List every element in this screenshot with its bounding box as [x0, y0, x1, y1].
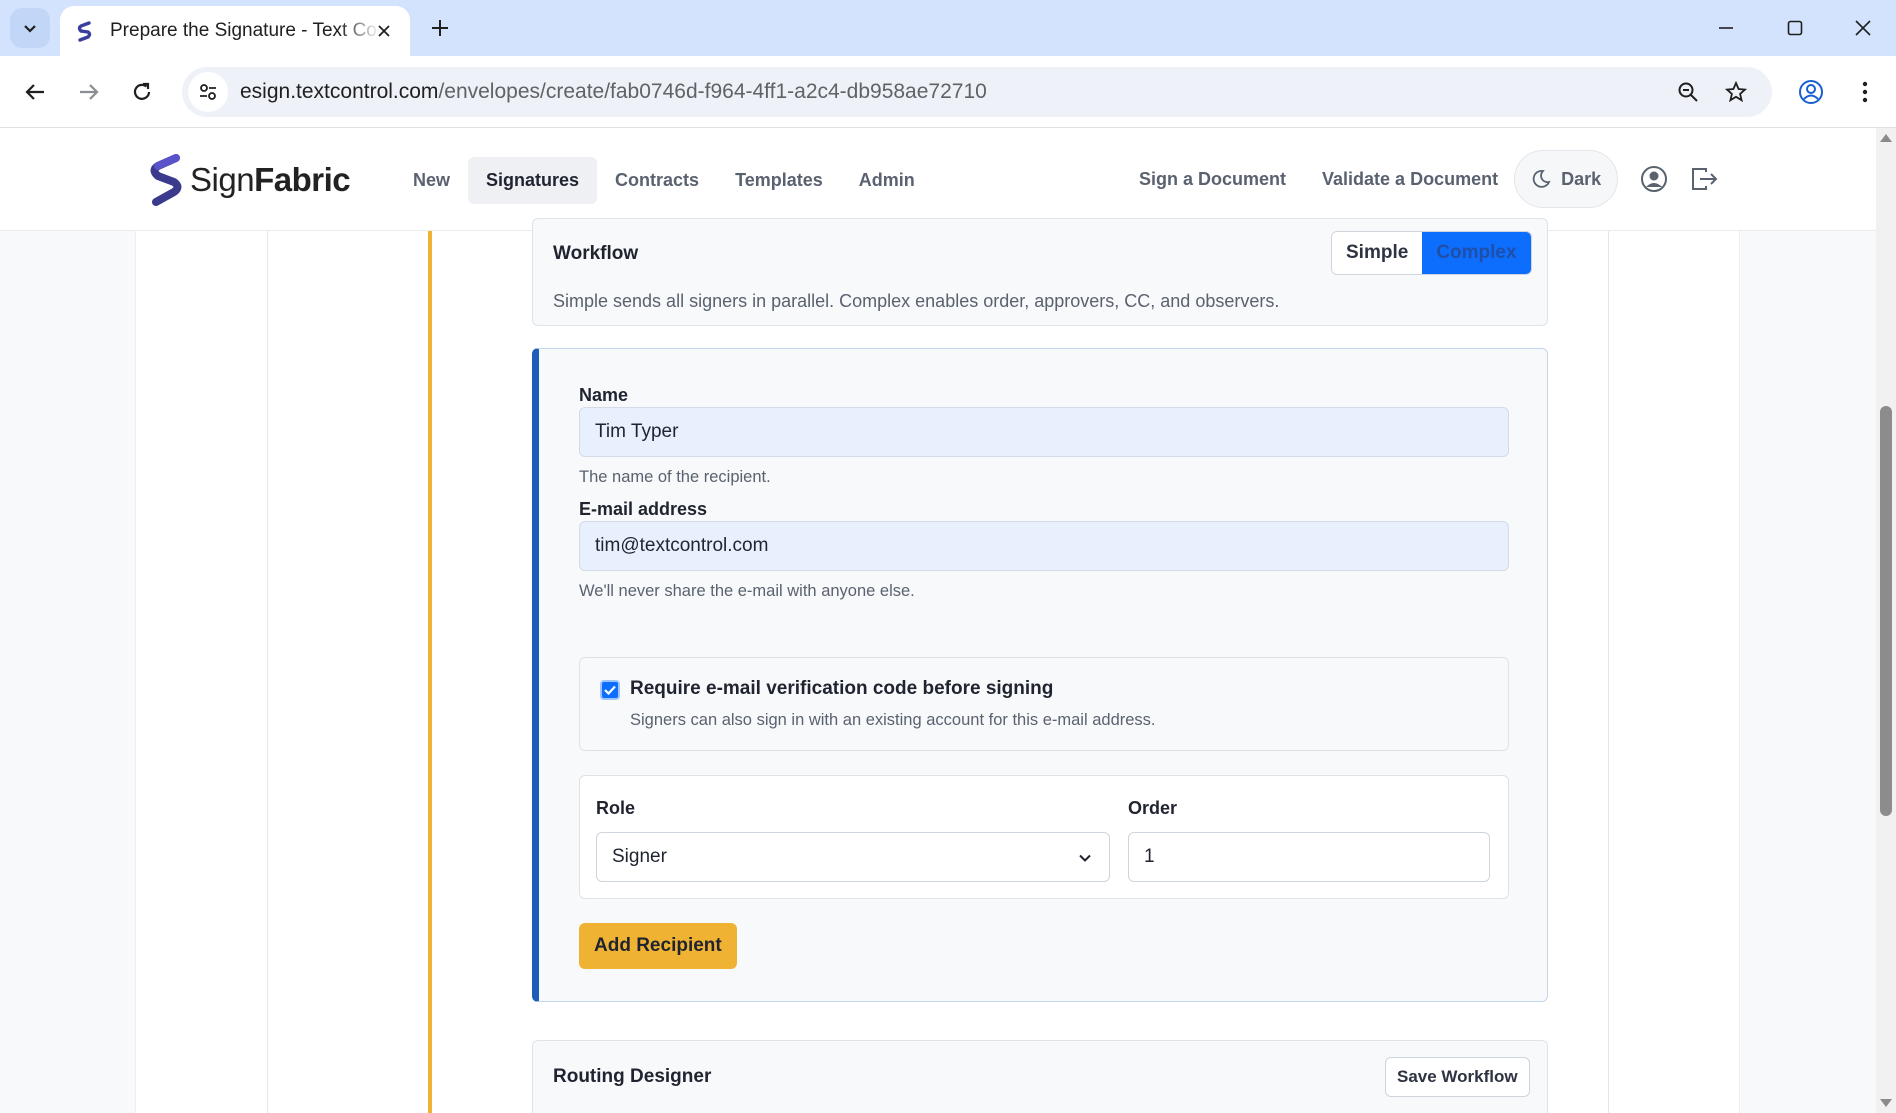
verify-description: Signers can also sign in with an existin…: [630, 711, 1156, 729]
main-nav: New Signatures Contracts Templates Admin: [395, 157, 933, 204]
reload-icon[interactable]: [122, 72, 162, 112]
browser-tab-bar: Prepare the Signature - Text Control: [0, 0, 1896, 56]
maximize-icon[interactable]: [1775, 8, 1815, 48]
scroll-up-arrow-icon[interactable]: [1880, 134, 1892, 142]
site-info-icon[interactable]: [188, 72, 228, 112]
name-label: Name: [579, 385, 629, 405]
routing-designer-title: Routing Designer: [553, 1066, 712, 1087]
page-viewport: SignFabric New Signatures Contracts Temp…: [0, 128, 1876, 1113]
nav-contracts[interactable]: Contracts: [597, 157, 717, 204]
plus-icon[interactable]: [424, 12, 456, 44]
signfabric-logo-icon: [150, 154, 182, 206]
workflow-simple-button[interactable]: Simple: [1332, 232, 1423, 274]
logout-icon[interactable]: [1690, 166, 1718, 192]
role-label: Role: [596, 798, 636, 818]
role-select[interactable]: Signer: [596, 832, 1110, 882]
browser-toolbar: esign.textcontrol.com/envelopes/create/f…: [0, 56, 1896, 128]
name-input[interactable]: Tim Typer: [579, 407, 1509, 457]
name-help-text: The name of the recipient.: [579, 468, 771, 486]
checkmark-icon: [604, 685, 616, 695]
validate-a-document-link[interactable]: Validate a Document: [1322, 169, 1498, 190]
bookmark-star-icon[interactable]: [1716, 72, 1756, 112]
tab-search-icon[interactable]: [10, 8, 50, 48]
add-recipient-button[interactable]: Add Recipient: [579, 923, 737, 969]
order-label: Order: [1128, 798, 1178, 818]
sign-a-document-link[interactable]: Sign a Document: [1139, 169, 1286, 190]
recipient-form: Name Tim Typer The name of the recipient…: [532, 348, 1548, 1002]
dark-mode-toggle[interactable]: Dark: [1514, 150, 1619, 208]
signfabric-logo[interactable]: SignFabric: [150, 154, 351, 206]
logo-wordmark: SignFabric: [190, 161, 351, 199]
email-input[interactable]: tim@textcontrol.com: [579, 521, 1509, 571]
dark-mode-label: Dark: [1561, 168, 1602, 189]
zoom-icon[interactable]: [1668, 72, 1708, 112]
url-path: /envelopes/create/fab0746d-f964-4ff1-a2c…: [438, 80, 987, 103]
verify-label[interactable]: Require e-mail verification code before …: [630, 678, 1053, 700]
nav-templates[interactable]: Templates: [717, 157, 841, 204]
chevron-down-icon: [1077, 850, 1093, 866]
right-nav: Sign a Document Validate a Document Dark: [1139, 150, 1718, 208]
url-text: esign.textcontrol.com/envelopes/create/f…: [240, 80, 987, 104]
signfabric-favicon-icon: [77, 21, 92, 42]
role-order-group: Role Order Signer 1: [579, 775, 1509, 899]
nav-signatures[interactable]: Signatures: [468, 157, 598, 204]
scrollbar-thumb[interactable]: [1880, 406, 1892, 816]
window-close-icon[interactable]: [1843, 8, 1883, 48]
account-icon[interactable]: [1640, 165, 1668, 193]
logo-sign: Sign: [190, 161, 255, 198]
step-accent-line: [428, 231, 432, 1113]
routing-designer-panel: Routing Designer Save Workflow: [532, 1040, 1548, 1113]
url-host: esign.textcontrol.com: [240, 80, 439, 103]
email-help-text: We'll never share the e-mail with anyone…: [579, 582, 915, 600]
workflow-complex-button[interactable]: Complex: [1422, 232, 1531, 274]
profile-icon[interactable]: [1791, 72, 1831, 112]
email-label: E-mail address: [579, 499, 708, 519]
close-icon[interactable]: [372, 19, 396, 43]
workflow-title: Workflow: [553, 243, 639, 264]
moon-icon: [1531, 169, 1551, 189]
scroll-down-arrow-icon[interactable]: [1880, 1099, 1892, 1107]
forward-icon[interactable]: [69, 72, 109, 112]
site-header: SignFabric New Signatures Contracts Temp…: [0, 128, 1876, 231]
nav-new[interactable]: New: [395, 157, 468, 204]
logo-fabric: Fabric: [254, 161, 351, 198]
role-select-value: Signer: [612, 846, 667, 867]
address-bar[interactable]: esign.textcontrol.com/envelopes/create/f…: [182, 67, 1772, 117]
menu-kebab-icon[interactable]: [1845, 72, 1885, 112]
verification-option: Require e-mail verification code before …: [579, 657, 1509, 751]
minimize-icon[interactable]: [1706, 8, 1746, 48]
tab-title: Prepare the Signature - Text Control: [110, 20, 380, 41]
back-icon[interactable]: [15, 72, 55, 112]
verify-checkbox[interactable]: [600, 680, 620, 700]
workflow-mode-toggle: Simple Complex: [1331, 231, 1532, 275]
nav-admin[interactable]: Admin: [841, 157, 933, 204]
browser-tab[interactable]: Prepare the Signature - Text Control: [60, 6, 410, 56]
workflow-panel: Workflow Simple Complex Simple sends all…: [532, 218, 1548, 326]
workflow-description: Simple sends all signers in parallel. Co…: [553, 291, 1280, 311]
save-workflow-button[interactable]: Save Workflow: [1385, 1057, 1530, 1097]
page-scrollbar[interactable]: [1876, 128, 1896, 1113]
order-input[interactable]: 1: [1128, 832, 1490, 882]
